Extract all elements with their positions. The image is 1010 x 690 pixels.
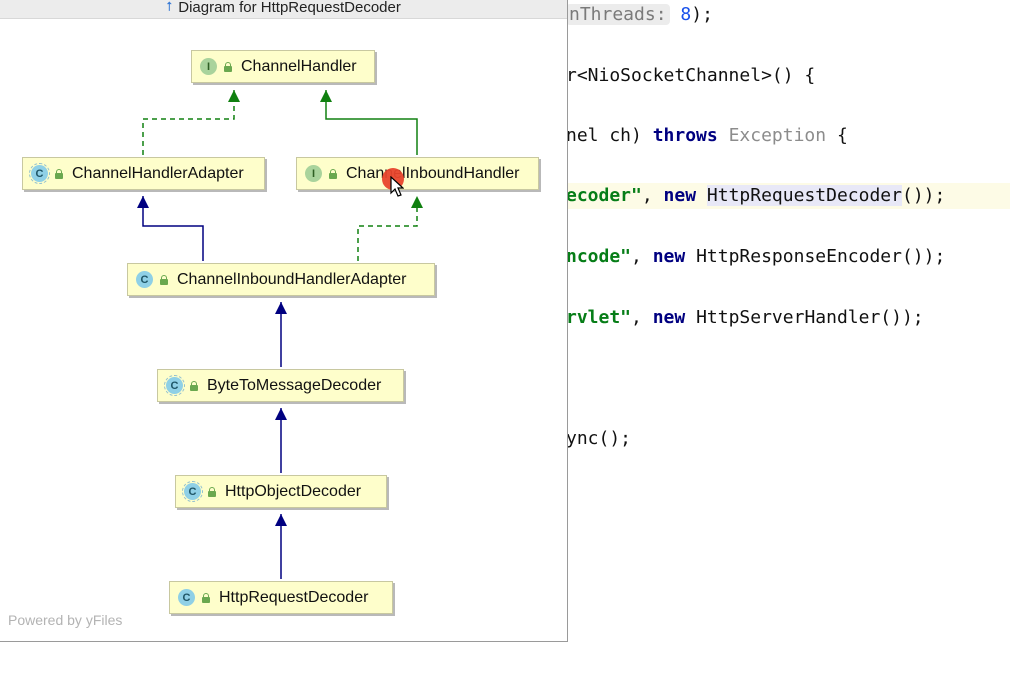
edge-extends-interface	[325, 90, 418, 155]
powered-by-label: Powered by yFiles	[8, 612, 123, 628]
node-label: ByteToMessageDecoder	[207, 376, 382, 394]
mouse-cursor-icon	[390, 176, 404, 197]
diagram-edges	[137, 90, 423, 579]
code-text: HttpResponseEncoder());	[685, 246, 946, 267]
interface-icon: I	[200, 58, 217, 75]
code-text: nel ch)	[566, 125, 653, 146]
node-label: ChannelHandler	[241, 57, 357, 75]
lock-icon	[159, 274, 169, 285]
abstract-class-icon: C	[182, 481, 203, 502]
string-literal: rvlet"	[566, 307, 632, 328]
lock-icon	[201, 592, 211, 603]
code-text: ,	[631, 307, 653, 328]
code-text: {	[826, 125, 848, 146]
node-http-object-decoder[interactable]: C HttpObjectDecoder	[175, 475, 387, 508]
keyword: new	[652, 246, 686, 267]
code-line-4[interactable]: ecoder", new HttpRequestDecoder());	[566, 183, 1010, 209]
node-channel-inbound-handler-adapter[interactable]: C ChannelInboundHandlerAdapter	[127, 263, 435, 296]
node-label: ChannelInboundHandlerAdapter	[177, 270, 407, 288]
keyword: new	[652, 307, 686, 328]
lock-icon	[189, 380, 199, 391]
abstract-class-icon: C	[164, 375, 185, 396]
node-channel-inbound-handler[interactable]: I ChannelInboundHandler	[296, 157, 539, 190]
arrowhead	[275, 514, 287, 526]
node-label: HttpRequestDecoder	[219, 588, 369, 606]
string-literal: ecoder"	[566, 185, 642, 206]
code-text: ());	[901, 185, 946, 206]
code-text: HttpServerHandler());	[685, 307, 924, 328]
lock-icon	[207, 486, 217, 497]
arrowhead	[320, 90, 332, 102]
interface-icon: I	[305, 165, 322, 182]
node-channel-handler[interactable]: I ChannelHandler	[191, 50, 375, 83]
code-text: );	[691, 4, 713, 25]
code-text: ync();	[566, 428, 632, 449]
arrowhead	[411, 196, 423, 208]
number-literal: 8	[680, 4, 692, 25]
code-line-7[interactable]: ync();	[566, 426, 631, 452]
keyword: new	[663, 185, 697, 206]
edge-implements	[142, 90, 235, 155]
highlighted-class-name[interactable]: HttpRequestDecoder	[706, 185, 902, 206]
code-text: ,	[641, 185, 664, 206]
code-line-3[interactable]: nel ch) throws Exception {	[566, 123, 848, 149]
arrowhead	[137, 196, 149, 208]
edge-implements	[357, 196, 418, 261]
class-icon: C	[178, 589, 195, 606]
lock-icon	[223, 61, 233, 72]
arrowhead	[275, 302, 287, 314]
string-literal: ncode"	[566, 246, 632, 267]
keyword: throws	[652, 125, 718, 146]
code-line-1[interactable]: nThreads: 8);	[566, 2, 713, 28]
node-label: ChannelHandlerAdapter	[72, 164, 244, 182]
type-name: Exception	[728, 125, 827, 146]
arrowhead	[275, 408, 287, 420]
diagram-popup[interactable]: ⭡ Diagram for HttpRequestDecoder I Chann…	[0, 0, 568, 642]
code-line-6[interactable]: rvlet", new HttpServerHandler());	[566, 305, 924, 331]
code-line-2[interactable]: r<NioSocketChannel>() {	[566, 63, 815, 89]
node-label: ChannelInboundHandler	[346, 164, 520, 182]
parameter-hint: nThreads:	[566, 4, 670, 25]
code-text: ,	[631, 246, 653, 267]
node-channel-handler-adapter[interactable]: C ChannelHandlerAdapter	[22, 157, 265, 190]
node-byte-to-message-decoder[interactable]: C ByteToMessageDecoder	[157, 369, 404, 402]
lock-icon	[54, 168, 64, 179]
class-icon: C	[136, 271, 153, 288]
abstract-class-icon: C	[29, 163, 50, 184]
node-http-request-decoder[interactable]: C HttpRequestDecoder	[169, 581, 393, 614]
node-label: HttpObjectDecoder	[225, 482, 362, 500]
lock-icon	[328, 168, 338, 179]
code-line-5[interactable]: ncode", new HttpResponseEncoder());	[566, 244, 945, 270]
edge-extends	[142, 196, 204, 261]
code-text: r<NioSocketChannel>() {	[566, 65, 816, 86]
arrowhead	[228, 90, 240, 102]
